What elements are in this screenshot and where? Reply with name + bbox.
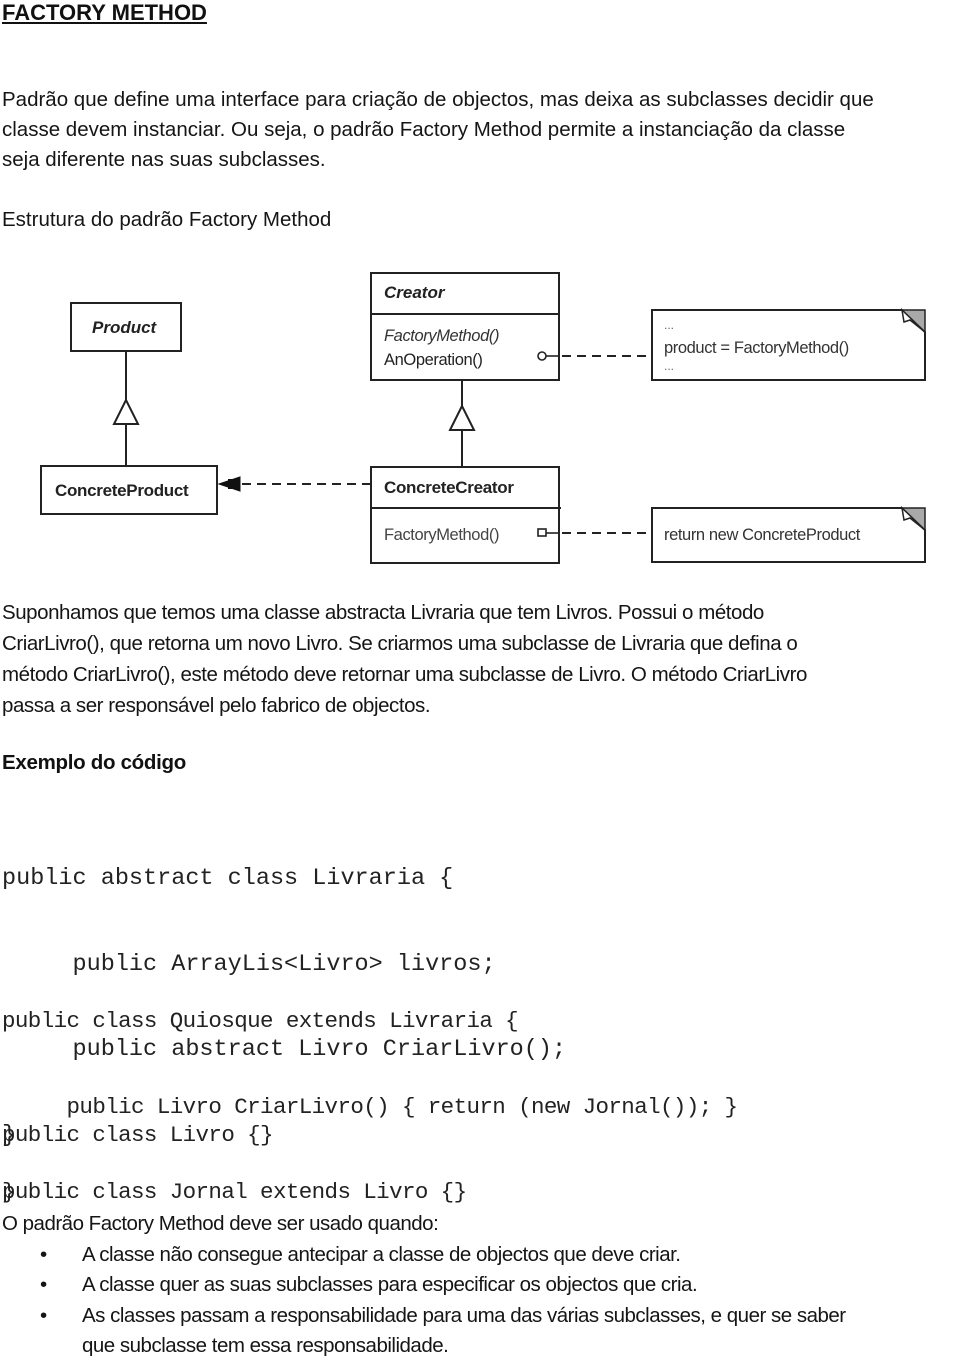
creator-method-anoperation: AnOperation() — [384, 351, 482, 369]
note-concretecreator-code: return new ConcreteProduct — [664, 526, 861, 544]
note-creator-ellipsis-top: ... — [664, 318, 674, 332]
usage-intro: O padrão Factory Method deve ser usado q… — [2, 1212, 439, 1235]
code-line: public class Jornal extends Livro {} — [2, 1179, 467, 1205]
concretecreator-class-name: ConcreteCreator — [384, 478, 514, 497]
concretecreator-method-factorymethod: FactoryMethod() — [384, 526, 499, 544]
note-creator-ellipsis-bottom: ... — [664, 359, 674, 373]
document-title: FACTORY METHOD — [2, 0, 207, 25]
intro-line: classe devem instanciar. Ou seja, o padr… — [2, 118, 846, 141]
code-line: public abstract class Livraria { — [2, 865, 454, 892]
intro-line: seja diferente nas suas subclasses. — [2, 148, 326, 171]
explanation-line: método CriarLivro(), este método deve re… — [2, 663, 807, 686]
product-class-name: Product — [92, 318, 158, 337]
intro-paragraph: Padrão que define uma interface para cri… — [2, 85, 874, 175]
code-line: public class Quiosque extends Livraria { — [2, 1008, 519, 1034]
creator-class-name: Creator — [384, 283, 446, 302]
usage-list-item: • A classe não consegue antecipar a clas… — [2, 1240, 846, 1271]
explanation-line: passa a ser responsável pelo fabrico de … — [2, 694, 431, 717]
intro-line: Padrão que define uma interface para cri… — [2, 88, 874, 111]
creator-generalization-arrow-icon — [448, 403, 476, 431]
note-creator-code: product = FactoryMethod() — [664, 339, 849, 357]
explanation-paragraph: Suponhamos que temos uma classe abstract… — [2, 597, 807, 721]
usage-item-text: A classe quer as suas subclasses para es… — [82, 1273, 698, 1296]
usage-item-text: As classes passam a responsabilidade par… — [82, 1303, 846, 1327]
bullet-icon: • — [40, 1242, 47, 1266]
explanation-line: Suponhamos que temos uma classe abstract… — [2, 601, 764, 624]
note-anchor-square-icon — [537, 528, 547, 537]
usage-list-item: • A classe quer as suas subclasses para … — [2, 1270, 846, 1301]
product-generalization-arrow-icon — [112, 397, 140, 425]
usage-item-continuation: que subclasse tem essa responsabilidade. — [82, 1334, 449, 1357]
bullet-icon: • — [40, 1303, 47, 1327]
usage-section: O padrão Factory Method deve ser usado q… — [2, 1209, 846, 1362]
creator-method-factorymethod: FactoryMethod() — [384, 327, 499, 345]
structure-heading: Estrutura do padrão Factory Method — [2, 208, 332, 231]
dependency-arrow-tail-icon — [228, 479, 240, 489]
usage-list-item: • As classes passam a responsabilidade p… — [2, 1301, 846, 1332]
concreteproduct-class-name: ConcreteProduct — [55, 481, 189, 500]
usage-item-text: A classe não consegue antecipar a classe… — [82, 1242, 681, 1266]
explanation-line: CriarLivro(), que retorna um novo Livro.… — [2, 632, 798, 655]
note-anchor-circle-icon — [537, 351, 547, 361]
bullet-icon: • — [40, 1273, 47, 1296]
code-heading: Exemplo do código — [2, 751, 186, 774]
uml-diagram: Product ConcreteProduct Creator FactoryM… — [40, 272, 926, 564]
